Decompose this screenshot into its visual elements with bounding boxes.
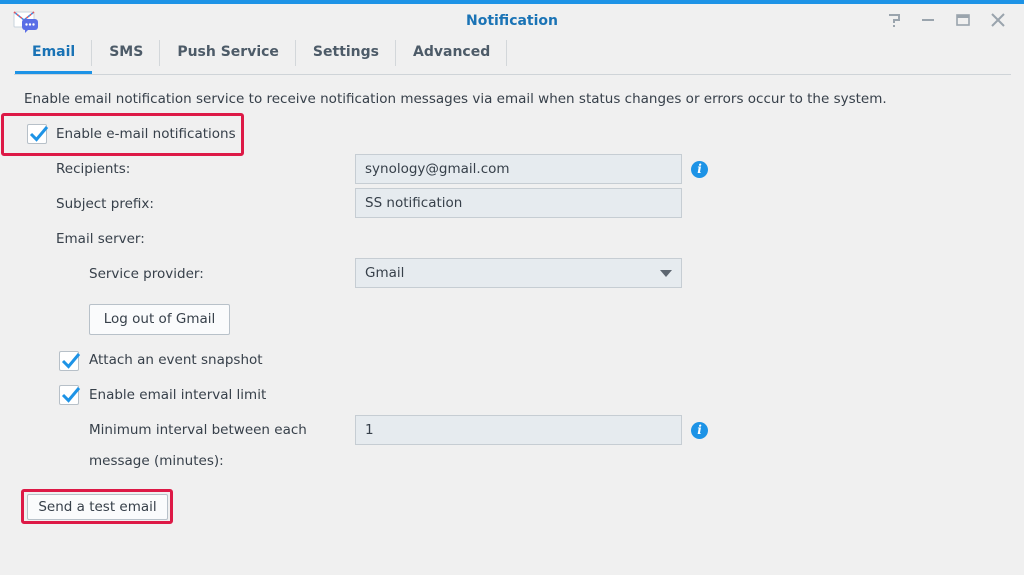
- close-icon[interactable]: [988, 11, 1008, 29]
- min-interval-input[interactable]: [355, 415, 682, 445]
- interval-limit-label: Enable email interval limit: [89, 387, 267, 403]
- tab-bar: Email SMS Push Service Settings Advanced: [15, 40, 508, 74]
- attach-snapshot-label: Attach an event snapshot: [89, 352, 263, 368]
- tab-divider: [14, 74, 1011, 75]
- tab-sms[interactable]: SMS: [92, 40, 161, 74]
- service-provider-label: Service provider:: [89, 266, 204, 282]
- recipients-label: Recipients:: [56, 161, 131, 177]
- subject-prefix-label: Subject prefix:: [56, 196, 154, 212]
- enable-email-checkbox[interactable]: [27, 124, 49, 144]
- min-interval-label-line1: Minimum interval between each: [89, 422, 307, 438]
- send-test-email-button[interactable]: Send a test email: [27, 494, 168, 520]
- email-server-label: Email server:: [56, 231, 145, 247]
- recipients-info-icon[interactable]: i: [691, 161, 708, 178]
- interval-limit-checkbox[interactable]: [59, 385, 81, 405]
- service-provider-select[interactable]: Gmail: [355, 258, 682, 288]
- service-provider-value: Gmail: [365, 265, 405, 281]
- min-interval-label-line2: message (minutes):: [89, 453, 224, 469]
- recipients-input[interactable]: [355, 154, 682, 184]
- subject-prefix-input[interactable]: [355, 188, 682, 218]
- email-description: Enable email notification service to rec…: [24, 91, 887, 107]
- help-icon[interactable]: [884, 11, 904, 29]
- checkmark-icon: [61, 387, 81, 403]
- minimize-icon[interactable]: [918, 11, 938, 29]
- maximize-icon[interactable]: [953, 11, 973, 29]
- tab-email[interactable]: Email: [15, 40, 93, 74]
- checkmark-icon: [29, 126, 49, 142]
- attach-snapshot-checkbox[interactable]: [59, 351, 81, 371]
- window-title: Notification: [465, 13, 559, 29]
- window-top-accent: [0, 0, 1024, 4]
- min-interval-info-icon[interactable]: i: [691, 422, 708, 439]
- tab-settings[interactable]: Settings: [296, 40, 397, 74]
- tab-push-service[interactable]: Push Service: [160, 40, 296, 74]
- checkmark-icon: [61, 353, 81, 369]
- tab-advanced[interactable]: Advanced: [396, 40, 508, 74]
- logout-gmail-button[interactable]: Log out of Gmail: [89, 304, 230, 335]
- chevron-down-icon: [660, 270, 672, 277]
- enable-email-label: Enable e-mail notifications: [56, 126, 236, 142]
